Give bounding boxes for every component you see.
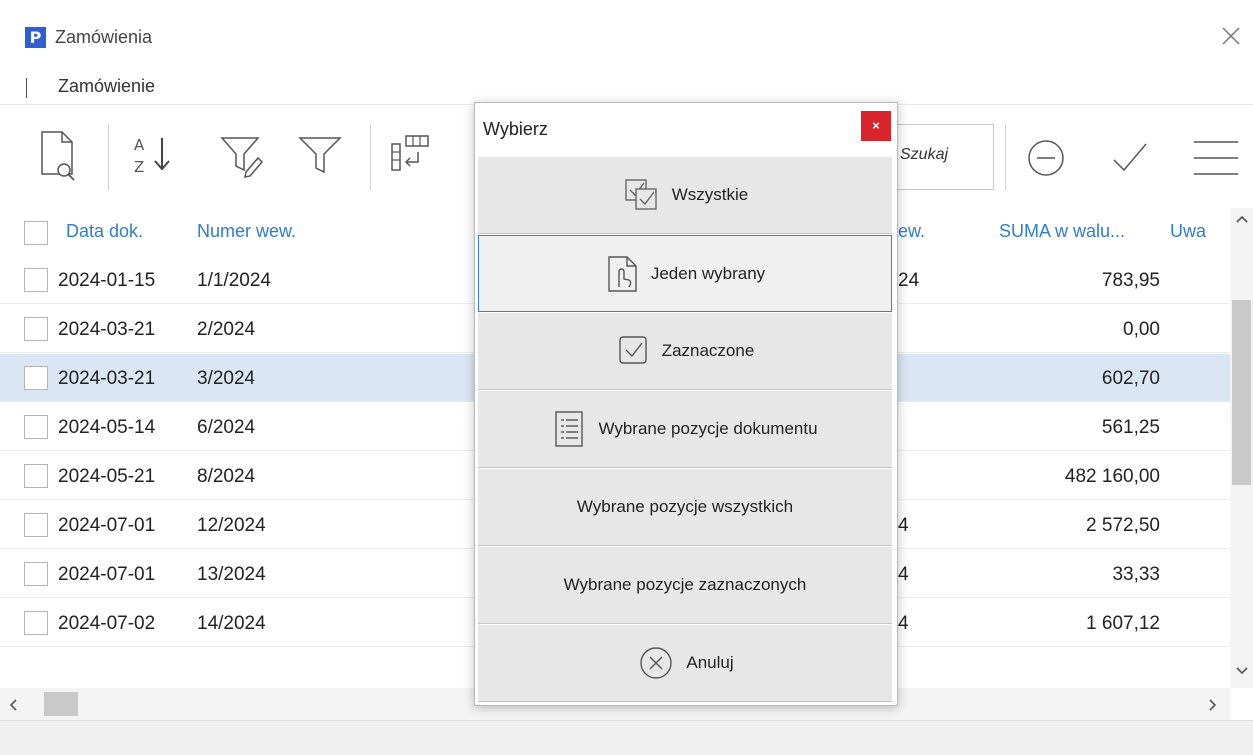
cell-partial: 24 (898, 270, 920, 291)
cell-sum: 482 160,00 (1064, 466, 1160, 487)
menu-separator (26, 78, 27, 98)
menu-icon[interactable] (1190, 136, 1242, 185)
search-placeholder: Szukaj (900, 146, 949, 163)
column-header-partial[interactable]: ew. (898, 221, 925, 242)
cell-partial: 4 (898, 613, 909, 634)
row-checkbox[interactable] (24, 268, 48, 292)
option-marked-items-button[interactable]: Wybrane pozycje zaznaczonych (478, 547, 892, 624)
horizontal-scroll-thumb[interactable] (44, 692, 78, 716)
orders-window: P Zamówienia Zamówienie A Z Szukaj Data … (0, 0, 1253, 755)
option-marked-button[interactable]: Zaznaczone (478, 313, 892, 390)
cell-number: 12/2024 (197, 515, 266, 536)
dialog-close-button[interactable]: × (861, 111, 891, 141)
cell-number: 13/2024 (197, 564, 266, 585)
menu-item-zamowienie[interactable]: Zamówienie (58, 76, 155, 97)
row-checkbox[interactable] (24, 464, 48, 488)
cell-partial: 4 (898, 515, 909, 536)
option-cancel-button[interactable]: Anuluj (478, 625, 892, 702)
option-label: Anuluj (686, 653, 734, 672)
hand-pointer-icon (608, 255, 637, 292)
column-header-date[interactable]: Data dok. (66, 221, 143, 242)
cell-number: 14/2024 (197, 613, 266, 634)
cell-date: 2024-05-21 (58, 466, 156, 487)
cell-number: 6/2024 (197, 417, 256, 438)
option-label: Wszystkie (671, 185, 749, 204)
cell-date: 2024-07-02 (58, 613, 156, 634)
row-checkbox[interactable] (24, 366, 48, 390)
toolbar-separator (370, 124, 371, 190)
cell-number: 3/2024 (197, 368, 256, 389)
row-checkbox[interactable] (24, 415, 48, 439)
preview-icon[interactable] (38, 128, 82, 189)
cell-sum: 0,00 (1123, 319, 1160, 340)
option-all-items-button[interactable]: Wybrane pozycje wszystkich (478, 469, 892, 546)
window-close-button[interactable] (1217, 22, 1245, 50)
column-header-notes[interactable]: Uwa (1170, 221, 1206, 242)
column-header-sum[interactable]: SUMA w walu... (999, 221, 1125, 242)
option-label: Wybrane pozycje wszystkich (576, 497, 794, 516)
scroll-down-icon[interactable] (1234, 664, 1250, 683)
row-checkbox[interactable] (24, 562, 48, 586)
select-all-checkbox[interactable] (24, 221, 48, 245)
cell-date: 2024-03-21 (58, 319, 156, 340)
window-title: Zamówienia (55, 27, 153, 47)
cell-sum: 561,25 (1101, 417, 1160, 438)
filter-icon[interactable] (296, 130, 346, 185)
menu-bar (0, 72, 1253, 102)
cell-date: 2024-07-01 (58, 515, 156, 536)
option-one-selected-button[interactable]: Jeden wybrany (478, 235, 892, 312)
cell-sum: 33,33 (1112, 564, 1160, 585)
scroll-left-icon[interactable] (6, 697, 20, 718)
cell-date: 2024-07-01 (58, 564, 156, 585)
option-document-items-button[interactable]: Wybrane pozycje dokumentu (478, 391, 892, 468)
toolbar-separator (108, 124, 109, 190)
option-label: Wybrane pozycje zaznaczonych (563, 575, 807, 594)
svg-text:Z: Z (134, 158, 144, 176)
app-logo: P (25, 27, 46, 48)
cell-date: 2024-01-15 (58, 270, 156, 291)
select-dialog: Wybierz × Wszystkie Jeden wybrany Zaznac… (474, 102, 898, 706)
dialog-title: Wybierz (483, 119, 548, 139)
check-all-icon (625, 179, 657, 210)
option-label: Jeden wybrany (650, 263, 766, 283)
svg-text:A: A (134, 136, 145, 154)
minus-circle-icon[interactable] (1024, 134, 1072, 187)
cell-number: 8/2024 (197, 466, 256, 487)
row-checkbox[interactable] (24, 513, 48, 537)
checkbox-checked-icon (618, 336, 647, 364)
cell-date: 2024-03-21 (58, 368, 156, 389)
close-icon (1222, 27, 1240, 45)
toolbar-separator (1005, 124, 1006, 190)
columns-icon[interactable] (388, 130, 442, 185)
cell-sum: 783,95 (1101, 270, 1160, 291)
cell-partial: 4 (898, 564, 909, 585)
filter-edit-icon[interactable] (218, 130, 268, 185)
cell-sum: 2 572,50 (1086, 515, 1160, 536)
scroll-up-icon[interactable] (1234, 212, 1250, 231)
option-all-button[interactable]: Wszystkie (478, 157, 892, 234)
column-header-number[interactable]: Numer wew. (197, 221, 296, 242)
row-checkbox[interactable] (24, 611, 48, 635)
cell-number: 1/1/2024 (197, 270, 271, 291)
sort-az-icon[interactable]: A Z (128, 130, 182, 185)
check-icon[interactable] (1108, 134, 1156, 187)
cancel-circle-icon (640, 647, 673, 679)
option-label: Wybrane pozycje dokumentu (598, 419, 818, 438)
scroll-right-icon[interactable] (1206, 697, 1220, 718)
cell-sum: 602,70 (1101, 368, 1160, 389)
list-document-icon (555, 411, 584, 447)
row-checkbox[interactable] (24, 317, 48, 341)
status-bar (0, 720, 1253, 755)
vertical-scroll-thumb[interactable] (1232, 300, 1251, 485)
title-bar: P Zamówienia (0, 0, 1253, 70)
cell-number: 2/2024 (197, 319, 256, 340)
cell-date: 2024-05-14 (58, 417, 156, 438)
option-label: Zaznaczone (661, 341, 755, 360)
cell-sum: 1 607,12 (1086, 613, 1160, 634)
